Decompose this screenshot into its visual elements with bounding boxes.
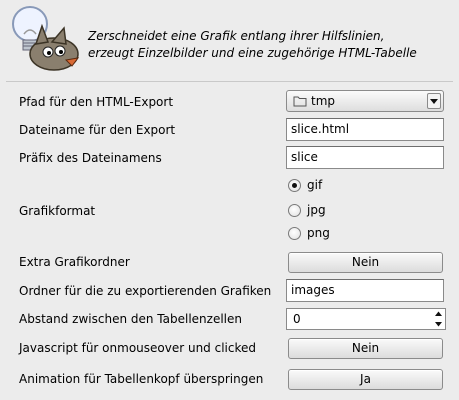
folder-icon xyxy=(293,96,307,107)
dropdown-button[interactable] xyxy=(427,93,441,109)
header-divider xyxy=(6,81,453,82)
image-folder-input[interactable]: images xyxy=(286,279,444,302)
description-line-2: erzeugt Einzelbilder und eine zugehörige… xyxy=(88,46,417,60)
export-path-combo[interactable]: tmp xyxy=(286,90,444,112)
cell-spacing-spinbutton[interactable]: 0 xyxy=(286,308,446,330)
radio-png-label[interactable]: png xyxy=(307,226,330,240)
export-path-label: Pfad für den HTML-Export xyxy=(19,95,174,109)
radio-gif[interactable] xyxy=(288,179,301,192)
skip-animation-label: Animation für Tabellenkopf überspringen xyxy=(19,372,264,386)
arrow-up-icon[interactable] xyxy=(434,310,443,318)
dialog-header: Zerschneidet eine Grafik entlang ihrer H… xyxy=(0,0,459,82)
format-label: Grafikformat xyxy=(19,204,96,218)
arrow-down-icon[interactable] xyxy=(434,320,443,328)
filename-input[interactable]: slice.html xyxy=(286,118,444,141)
radio-jpg[interactable] xyxy=(288,204,301,217)
filename-label: Dateiname für den Export xyxy=(19,123,176,137)
export-path-value: tmp xyxy=(311,94,336,108)
radio-jpg-label[interactable]: jpg xyxy=(307,203,326,217)
radio-gif-label[interactable]: gif xyxy=(307,178,322,192)
javascript-toggle-button[interactable]: Nein xyxy=(288,338,443,359)
triangle-down-icon xyxy=(430,99,438,104)
radio-selected-dot xyxy=(292,183,297,188)
cell-spacing-value: 0 xyxy=(293,312,301,326)
image-folder-label: Ordner für die zu exportierenden Grafike… xyxy=(19,284,272,298)
extra-folder-toggle-button[interactable]: Nein xyxy=(288,252,443,273)
radio-png[interactable] xyxy=(288,227,301,240)
prefix-label: Präfix des Dateinamens xyxy=(19,151,162,165)
extra-folder-label: Extra Grafikordner xyxy=(19,255,130,269)
javascript-label: Javascript für onmouseover und clicked xyxy=(19,341,256,355)
cell-spacing-label: Abstand zwischen den Tabellenzellen xyxy=(19,312,242,326)
skip-animation-toggle-button[interactable]: Ja xyxy=(288,369,443,390)
description-line-1: Zerschneidet eine Grafik entlang ihrer H… xyxy=(88,29,385,43)
gimp-wilber-lightbulb-icon xyxy=(12,6,80,71)
dialog-description: Zerschneidet eine Grafik entlang ihrer H… xyxy=(88,28,454,62)
prefix-input[interactable]: slice xyxy=(286,146,444,169)
